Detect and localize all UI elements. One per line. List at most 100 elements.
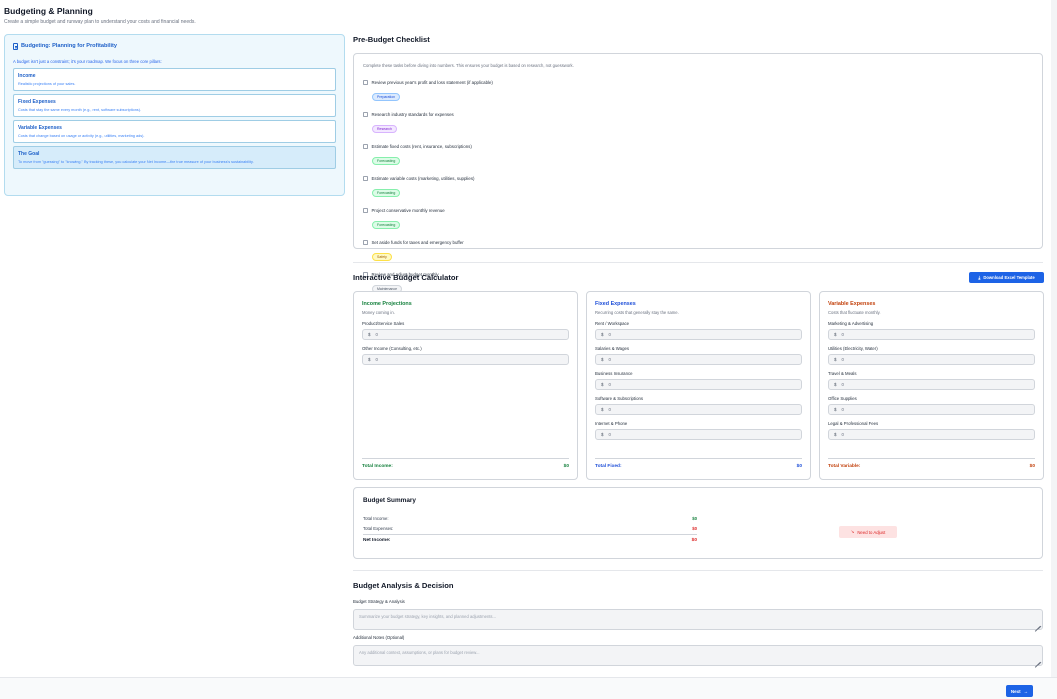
checklist-item: Set aside funds for taxes and emergency … [363, 240, 1033, 263]
calc-total-label: Total Fixed: [595, 464, 622, 469]
scrollbar-track[interactable] [1051, 0, 1057, 677]
intro-panel: Budgeting: Planning for Profitability A … [4, 34, 345, 196]
resize-handle-icon[interactable] [1035, 658, 1040, 663]
next-button[interactable]: Next → [1006, 685, 1033, 697]
amount-placeholder: 0 [608, 332, 611, 337]
calc-field-label: Other Income (Consulting, etc.) [362, 346, 422, 351]
amount-placeholder: 0 [841, 382, 844, 387]
pillar-desc: To move from "guessing" to "knowing." By… [18, 159, 254, 164]
amount-input[interactable]: $0 [595, 429, 802, 440]
checklist-tag-badge: Forecasting [372, 220, 401, 230]
calc-field-label: Salaries & Wages [595, 346, 629, 351]
amount-input[interactable]: $0 [595, 379, 802, 390]
checklist-tag-badge: Forecasting [372, 156, 401, 166]
amount-placeholder: 0 [608, 357, 611, 362]
pillar-income: Income Realistic projections of your sal… [13, 67, 336, 91]
checklist-item-text: Estimate variable costs (marketing, util… [371, 176, 475, 181]
calc-field: Rent / Workspace $0 [595, 321, 802, 340]
page-header: Budgeting & Planning Create a simple bud… [4, 6, 196, 25]
currency-symbol: $ [834, 432, 837, 437]
amount-input[interactable]: $0 [362, 329, 569, 340]
amount-input[interactable]: $0 [595, 404, 802, 415]
calc-field-label: Marketing & Advertising [828, 321, 874, 326]
calc-total-label: Total Income: [362, 464, 393, 469]
checklist-checkbox[interactable] [363, 80, 368, 85]
pillar-desc: Costs that change based on usage or acti… [18, 133, 145, 138]
calc-column-title: Income Projections [362, 301, 412, 307]
amount-input[interactable]: $0 [828, 379, 1035, 390]
checklist-intro: Complete these tasks before diving into … [363, 63, 574, 68]
amount-input[interactable]: $0 [828, 329, 1035, 340]
pillar-fixed-expenses: Fixed Expenses Costs that stay the same … [13, 93, 336, 117]
checklist-row: Review and adjust budget monthly [363, 272, 1033, 277]
currency-symbol: $ [368, 332, 371, 337]
budget-summary-card: Budget Summary Total Income: $0 Total Ex… [353, 487, 1043, 559]
calc-field: Marketing & Advertising $0 [828, 321, 1035, 340]
summary-total-expenses: Total Expenses: $0 [363, 526, 697, 531]
checklist-item-text: Project conservative monthly revenue [371, 208, 445, 213]
amount-input[interactable]: $0 [828, 354, 1035, 365]
checklist-row: Research industry standards for expenses [363, 112, 1033, 117]
amount-input[interactable]: $0 [362, 354, 569, 365]
document-icon [13, 43, 18, 50]
checklist-checkbox[interactable] [363, 240, 368, 245]
pillar-title: Variable Expenses [18, 124, 62, 131]
intro-panel-title: Budgeting: Planning for Profitability [13, 43, 336, 50]
checklist-tag-badge: Research [372, 124, 397, 134]
footer-bar [0, 677, 1057, 699]
checklist-row: Set aside funds for taxes and emergency … [363, 240, 1033, 245]
status-badge: ↘ Need to Adjust [839, 526, 897, 538]
amount-placeholder: 0 [608, 407, 611, 412]
checklist-row: Estimate variable costs (marketing, util… [363, 176, 1033, 181]
strategy-textarea[interactable]: Summarize your budget strategy, key insi… [353, 609, 1043, 630]
checklist-row: Estimate fixed costs (rent, insurance, s… [363, 144, 1033, 149]
resize-handle-icon[interactable] [1035, 622, 1040, 627]
calc-field: Product/Service Sales $0 [362, 321, 569, 340]
calc-field: Salaries & Wages $0 [595, 346, 802, 365]
summary-value: $0 [691, 538, 697, 543]
calc-field-label: Internet & Phone [595, 421, 628, 426]
checklist-item: Estimate fixed costs (rent, insurance, s… [363, 144, 1033, 167]
section-divider [353, 570, 1043, 571]
currency-symbol: $ [601, 357, 604, 362]
checklist-checkbox[interactable] [363, 176, 368, 181]
checklist-item-text: Set aside funds for taxes and emergency … [371, 240, 464, 245]
checklist-checkbox[interactable] [363, 144, 368, 149]
amount-input[interactable]: $0 [828, 404, 1035, 415]
summary-value: $0 [692, 526, 697, 531]
amount-input[interactable]: $0 [595, 354, 802, 365]
calc-total-value: $0 [796, 464, 802, 469]
summary-label: Net Income: [363, 538, 391, 543]
checklist-checkbox[interactable] [363, 208, 368, 213]
calc-column-subtitle: Recurring costs that generally stay the … [595, 310, 679, 315]
calc-field: Internet & Phone $0 [595, 421, 802, 440]
calc-field-label: Business Insurance [595, 371, 633, 376]
next-label: Next [1010, 688, 1021, 694]
download-label: Download Excel Template [983, 275, 1035, 280]
amount-input[interactable]: $0 [595, 329, 802, 340]
variable-expenses-card: Variable Expenses Costs that fluctuate mo… [819, 291, 1044, 480]
calc-field: Office Supplies $0 [828, 396, 1035, 415]
calc-field: Legal & Professional Fees $0 [828, 421, 1035, 440]
checklist-tag-badge: Preparation [372, 92, 401, 102]
download-icon: ⤓ [978, 275, 981, 280]
summary-rows: Total Income: $0 Total Expenses: $0 Net … [363, 516, 697, 543]
notes-textarea[interactable]: Any additional context, assumptions, or … [353, 645, 1043, 666]
page-title: Budgeting & Planning [4, 6, 93, 16]
currency-symbol: $ [601, 407, 604, 412]
download-excel-button[interactable]: ⤓ Download Excel Template [969, 272, 1044, 283]
calc-column-subtitle: Money coming in. [362, 310, 395, 315]
calc-total-row: Total Fixed: $0 [595, 458, 802, 469]
checklist-checkbox[interactable] [363, 112, 368, 117]
calc-field-label: Office Supplies [828, 396, 857, 401]
pillar-goal: The Goal To move from "guessing" to "kno… [13, 145, 336, 169]
amount-placeholder: 0 [375, 332, 378, 337]
notes-placeholder: Any additional context, assumptions, or … [359, 650, 480, 655]
checklist-item-text: Research industry standards for expenses [371, 112, 454, 117]
amount-placeholder: 0 [841, 432, 844, 437]
arrow-right-icon: → [1023, 688, 1029, 694]
checklist-title: Pre-Budget Checklist [353, 35, 430, 44]
checklist-row: Review previous year's profit and loss s… [363, 80, 1033, 85]
summary-total-income: Total Income: $0 [363, 516, 697, 521]
amount-input[interactable]: $0 [828, 429, 1035, 440]
